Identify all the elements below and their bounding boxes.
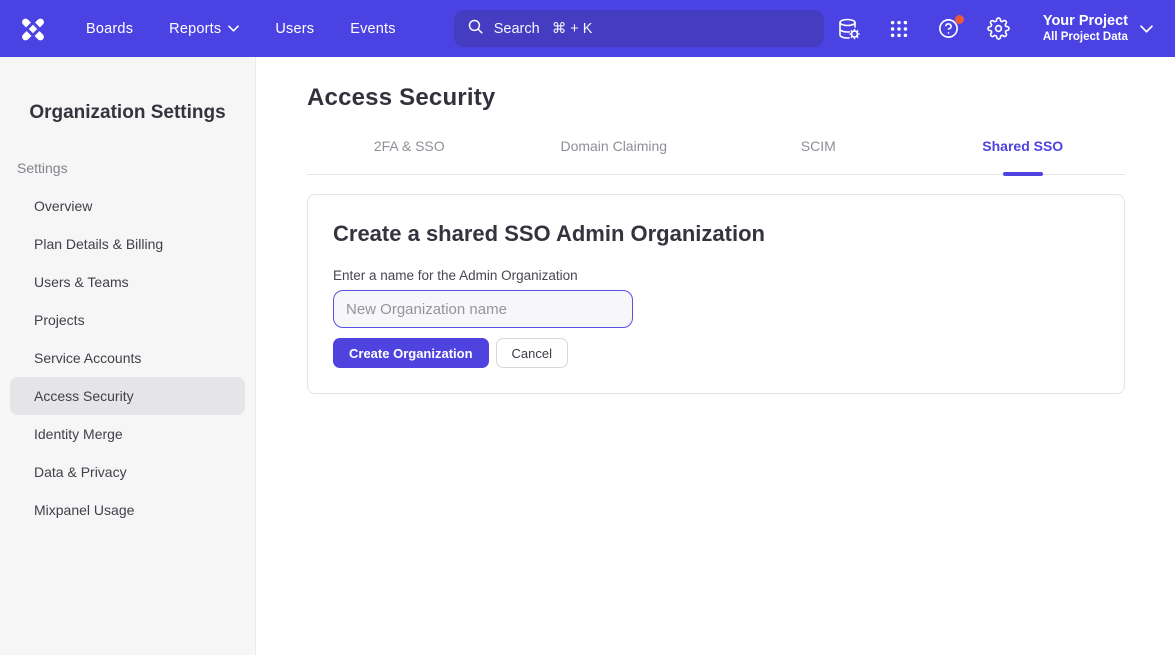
sidebar-item-plan-details-billing[interactable]: Plan Details & Billing (0, 225, 255, 263)
create-admin-org-card: Create a shared SSO Admin Organization E… (307, 194, 1125, 394)
chevron-down-icon (1140, 20, 1153, 38)
project-scope: All Project Data (1043, 30, 1128, 44)
project-name: Your Project (1043, 12, 1128, 30)
help-notification-dot (955, 15, 964, 24)
search-icon (467, 18, 484, 39)
primary-nav: Boards Reports Users Events (86, 21, 396, 37)
card-title: Create a shared SSO Admin Organization (333, 221, 1099, 247)
chevron-down-icon (228, 25, 239, 32)
org-settings-sidebar: Organization Settings Settings Overview … (0, 57, 256, 655)
data-management-icon[interactable] (837, 17, 861, 41)
apps-grid-icon[interactable] (887, 17, 911, 41)
nav-item-reports[interactable]: Reports (169, 21, 239, 37)
sidebar-item-mixpanel-usage[interactable]: Mixpanel Usage (0, 491, 255, 529)
card-actions: Create Organization Cancel (333, 338, 1099, 368)
sidebar-section-label: Settings (17, 160, 255, 176)
settings-gear-icon[interactable] (987, 17, 1011, 41)
nav-item-boards[interactable]: Boards (86, 21, 133, 37)
sidebar-item-overview[interactable]: Overview (0, 187, 255, 225)
topbar-actions: Your Project All Project Data (837, 12, 1153, 45)
sidebar-item-identity-merge[interactable]: Identity Merge (0, 415, 255, 453)
sidebar-item-data-privacy[interactable]: Data & Privacy (0, 453, 255, 491)
org-name-field-label: Enter a name for the Admin Organization (333, 268, 1099, 283)
project-selector[interactable]: Your Project All Project Data (1043, 12, 1153, 45)
global-search-input[interactable]: Search ⌘ + K (454, 10, 824, 47)
tab-shared-sso-label: Shared SSO (982, 138, 1063, 154)
page-title: Access Security (307, 84, 1125, 112)
sidebar-nav-list: Overview Plan Details & Billing Users & … (0, 187, 255, 529)
active-tab-indicator (1003, 172, 1043, 176)
access-security-tabs: 2FA & SSO Domain Claiming SCIM Shared SS… (307, 130, 1125, 175)
sidebar-item-projects[interactable]: Projects (0, 301, 255, 339)
tab-shared-sso[interactable]: Shared SSO (921, 130, 1126, 174)
top-navigation-bar: Boards Reports Users Events Search ⌘ + K (0, 0, 1175, 57)
tab-domain-claiming[interactable]: Domain Claiming (512, 130, 717, 174)
nav-users-label: Users (275, 21, 314, 37)
nav-boards-label: Boards (86, 21, 133, 37)
search-shortcut-hint: ⌘ + K (552, 21, 593, 37)
cancel-button[interactable]: Cancel (496, 338, 568, 368)
main-content: Access Security 2FA & SSO Domain Claimin… (256, 57, 1175, 655)
mixpanel-logo-icon[interactable] (14, 10, 52, 48)
sidebar-item-users-teams[interactable]: Users & Teams (0, 263, 255, 301)
tab-2fa-sso-label: 2FA & SSO (374, 138, 445, 154)
tab-scim[interactable]: SCIM (716, 130, 921, 174)
nav-reports-label: Reports (169, 21, 221, 37)
tab-2fa-sso[interactable]: 2FA & SSO (307, 130, 512, 174)
sidebar-item-service-accounts[interactable]: Service Accounts (0, 339, 255, 377)
create-organization-button[interactable]: Create Organization (333, 338, 489, 368)
help-icon[interactable] (937, 17, 961, 41)
sidebar-title: Organization Settings (0, 102, 255, 124)
nav-item-users[interactable]: Users (275, 21, 314, 37)
tab-scim-label: SCIM (801, 138, 836, 154)
nav-item-events[interactable]: Events (350, 21, 396, 37)
search-placeholder: Search (494, 21, 540, 37)
tab-domain-claiming-label: Domain Claiming (560, 138, 667, 154)
sidebar-item-access-security[interactable]: Access Security (10, 377, 245, 415)
org-name-input[interactable] (333, 290, 633, 328)
nav-events-label: Events (350, 21, 396, 37)
